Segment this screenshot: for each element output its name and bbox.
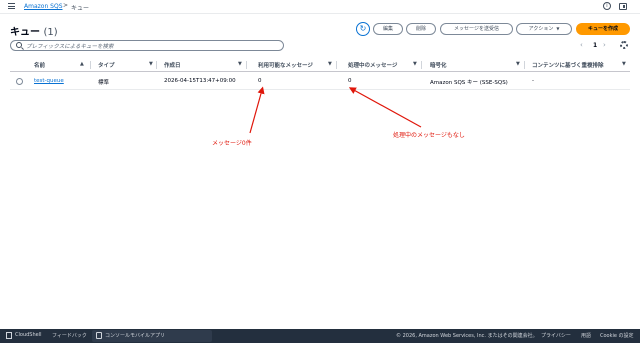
actions-label: アクション [528, 26, 554, 32]
in-flight-annotation: 処理中のメッセージもなし [393, 132, 465, 139]
cloudshell-link[interactable]: CloudShell [15, 332, 41, 338]
column-created[interactable]: 作成日 [164, 61, 181, 69]
delete-button[interactable]: 削除 [406, 23, 436, 35]
page-number[interactable]: 1 [593, 42, 597, 49]
edit-button[interactable]: 編集 [373, 23, 403, 35]
search-input[interactable]: プレフィックスによるキューを検索 [10, 40, 284, 51]
queue-encryption: Amazon SQS キー (SSE-SQS) [430, 80, 508, 86]
info-icon[interactable]: i [603, 2, 611, 10]
column-divider[interactable] [421, 61, 422, 69]
column-divider[interactable] [156, 61, 157, 69]
breadcrumb-current: キュー [71, 5, 90, 12]
actions-dropdown[interactable]: アクション ▼ [516, 23, 572, 35]
gear-icon[interactable] [620, 41, 628, 49]
page-title-text: キュー [10, 27, 40, 38]
table-row: test-queue 標準 2026-04-15T13:47+09:00 0 0… [10, 73, 630, 90]
sort-ascending-icon[interactable]: ▲ [80, 61, 84, 67]
column-available[interactable]: 利用可能なメッセージ [258, 61, 313, 69]
create-queue-button[interactable]: キューを作成 [576, 23, 630, 35]
copyright-text: © 2026, Amazon Web Services, Inc. またはその関… [396, 333, 538, 339]
column-divider[interactable] [246, 61, 247, 69]
column-type[interactable]: タイプ [98, 61, 115, 69]
sort-icon[interactable]: ▼ [622, 61, 626, 67]
mobile-app-icon [96, 332, 102, 339]
menu-icon[interactable] [8, 3, 15, 9]
help-panel-icon[interactable] [619, 3, 627, 10]
messages-available: 0 [258, 78, 262, 84]
column-in-flight[interactable]: 処理中のメッセージ [348, 61, 397, 69]
column-divider[interactable] [90, 61, 91, 69]
queue-created: 2026-04-15T13:47+09:00 [164, 78, 236, 84]
previous-page-icon[interactable]: ‹ [580, 41, 583, 49]
table-header: 名前 ▲ タイプ ▼ 作成日 ▼ 利用可能なメッセージ ▼ 処理中のメッセージ … [10, 58, 630, 72]
search-placeholder: プレフィックスによるキューを検索 [26, 44, 114, 50]
refresh-button[interactable]: ↻ [356, 22, 370, 36]
page-title: キュー (1) [10, 23, 58, 38]
column-divider[interactable] [336, 61, 337, 69]
sort-icon[interactable]: ▼ [238, 61, 242, 67]
terms-link[interactable]: 用語 [581, 332, 591, 339]
available-arrow [249, 86, 265, 134]
column-dedup[interactable]: コンテンツに基づく重複排除 [532, 61, 604, 69]
cloudshell-icon[interactable] [6, 332, 12, 339]
cookie-settings-link[interactable]: Cookie の設定 [600, 332, 634, 339]
feedback-link[interactable]: フィードバック [52, 332, 87, 339]
in-flight-arrow [348, 87, 422, 128]
queue-name-link[interactable]: test-queue [34, 78, 64, 84]
sort-icon[interactable]: ▼ [413, 61, 417, 67]
annotation-arrows [249, 86, 422, 134]
refresh-icon: ↻ [359, 24, 367, 33]
breadcrumb-separator: > [63, 2, 69, 9]
queue-type: 標準 [98, 80, 110, 86]
column-divider[interactable] [524, 61, 525, 69]
breadcrumb-sqs-link[interactable]: Amazon SQS [24, 3, 63, 10]
top-navigation: Amazon SQS > キュー i [0, 0, 640, 14]
column-name[interactable]: 名前 [34, 61, 45, 69]
mobile-app-link[interactable]: コンソールモバイルアプリ [105, 332, 165, 339]
privacy-link[interactable]: プライバシー [541, 332, 571, 339]
row-select-radio[interactable] [16, 78, 23, 85]
sort-icon[interactable]: ▼ [516, 61, 520, 67]
caret-down-icon: ▼ [556, 26, 560, 31]
search-icon [16, 42, 22, 48]
console-footer: CloudShell フィードバック コンソールモバイルアプリ © 2026, … [0, 329, 640, 343]
next-page-icon[interactable]: › [603, 41, 606, 49]
queue-dedup: - [532, 78, 534, 84]
queue-count: (1) [43, 27, 58, 38]
column-encryption[interactable]: 暗号化 [430, 61, 447, 69]
messages-in-flight: 0 [348, 78, 352, 84]
sort-icon[interactable]: ▼ [328, 61, 332, 67]
available-annotation: メッセージ0件 [212, 140, 252, 147]
sort-icon[interactable]: ▼ [149, 61, 153, 67]
send-receive-button[interactable]: メッセージを送受信 [440, 23, 513, 35]
